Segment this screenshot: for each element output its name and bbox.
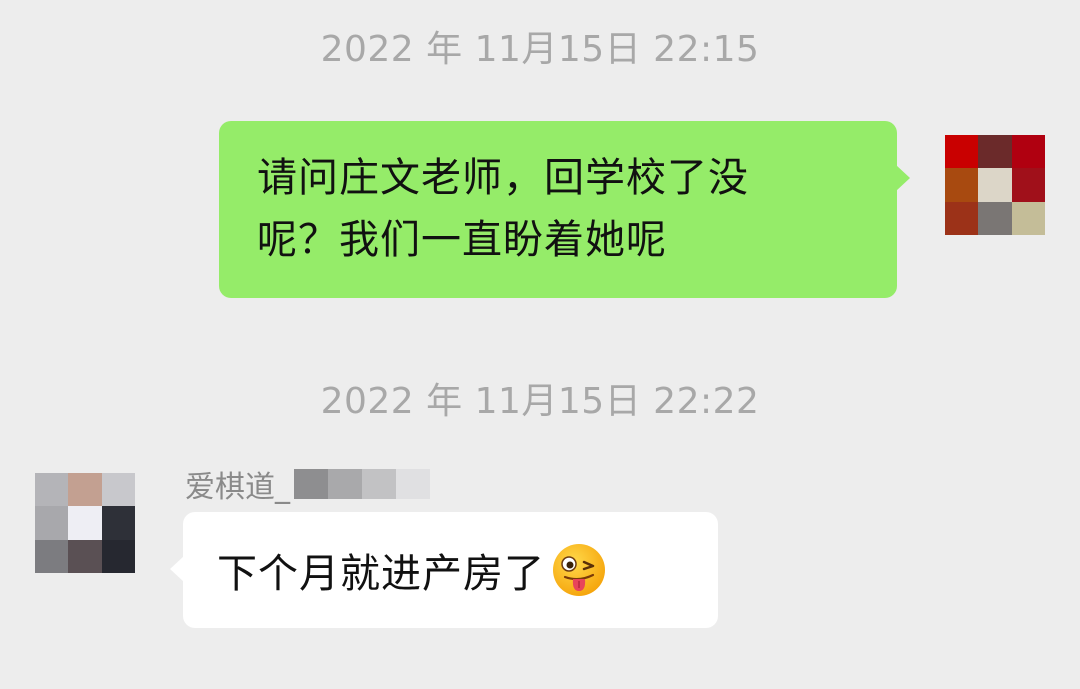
avatar-pixel <box>1011 135 1045 169</box>
avatar-pixel <box>945 201 979 235</box>
sender-name: 爱棋道_ <box>185 462 430 506</box>
avatar-pixel <box>68 539 102 573</box>
sender-name-text: 爱棋道_ <box>185 470 290 505</box>
message-text: 下个月就进产房了 <box>217 551 545 597</box>
message-line: 呢？我们一直盼着她呢 <box>257 217 667 263</box>
message-line: 请问庄文老师，回学校了没 <box>257 155 749 201</box>
message-timestamp: 2022 年 11月15日 22:22 <box>320 381 760 422</box>
avatar-pixel <box>978 168 1012 202</box>
avatar-pixel <box>35 473 69 507</box>
avatar-pixel <box>68 473 102 507</box>
avatar-pixel <box>101 473 135 507</box>
avatar-pixel <box>68 506 102 540</box>
avatar-pixel <box>101 506 135 540</box>
redacted-name-blur <box>294 469 430 499</box>
avatar-pixel <box>945 168 979 202</box>
avatar-pixel <box>101 539 135 573</box>
message-timestamp: 2022 年 11月15日 22:15 <box>320 29 760 70</box>
incoming-message-bubble[interactable]: 下个月就进产房了 <box>170 512 718 628</box>
outgoing-message-bubble[interactable]: 请问庄文老师，回学校了没 呢？我们一直盼着她呢 <box>219 121 910 298</box>
avatar-pixel <box>978 201 1012 235</box>
sender-avatar[interactable] <box>35 473 135 573</box>
avatar-pixel <box>945 135 979 169</box>
my-avatar[interactable] <box>945 135 1045 235</box>
winking-face-with-tongue-icon <box>553 544 605 596</box>
avatar-pixel <box>35 506 69 540</box>
avatar-pixel <box>35 539 69 573</box>
avatar-pixel <box>1011 201 1045 235</box>
avatar-pixel <box>1011 168 1045 202</box>
message-text: 请问庄文老师，回学校了没 呢？我们一直盼着她呢 <box>257 147 861 271</box>
chat-window: 2022 年 11月15日 22:15 请问庄文老师，回学校了没 呢？我们一直盼… <box>0 0 1080 689</box>
avatar-pixel <box>978 135 1012 169</box>
